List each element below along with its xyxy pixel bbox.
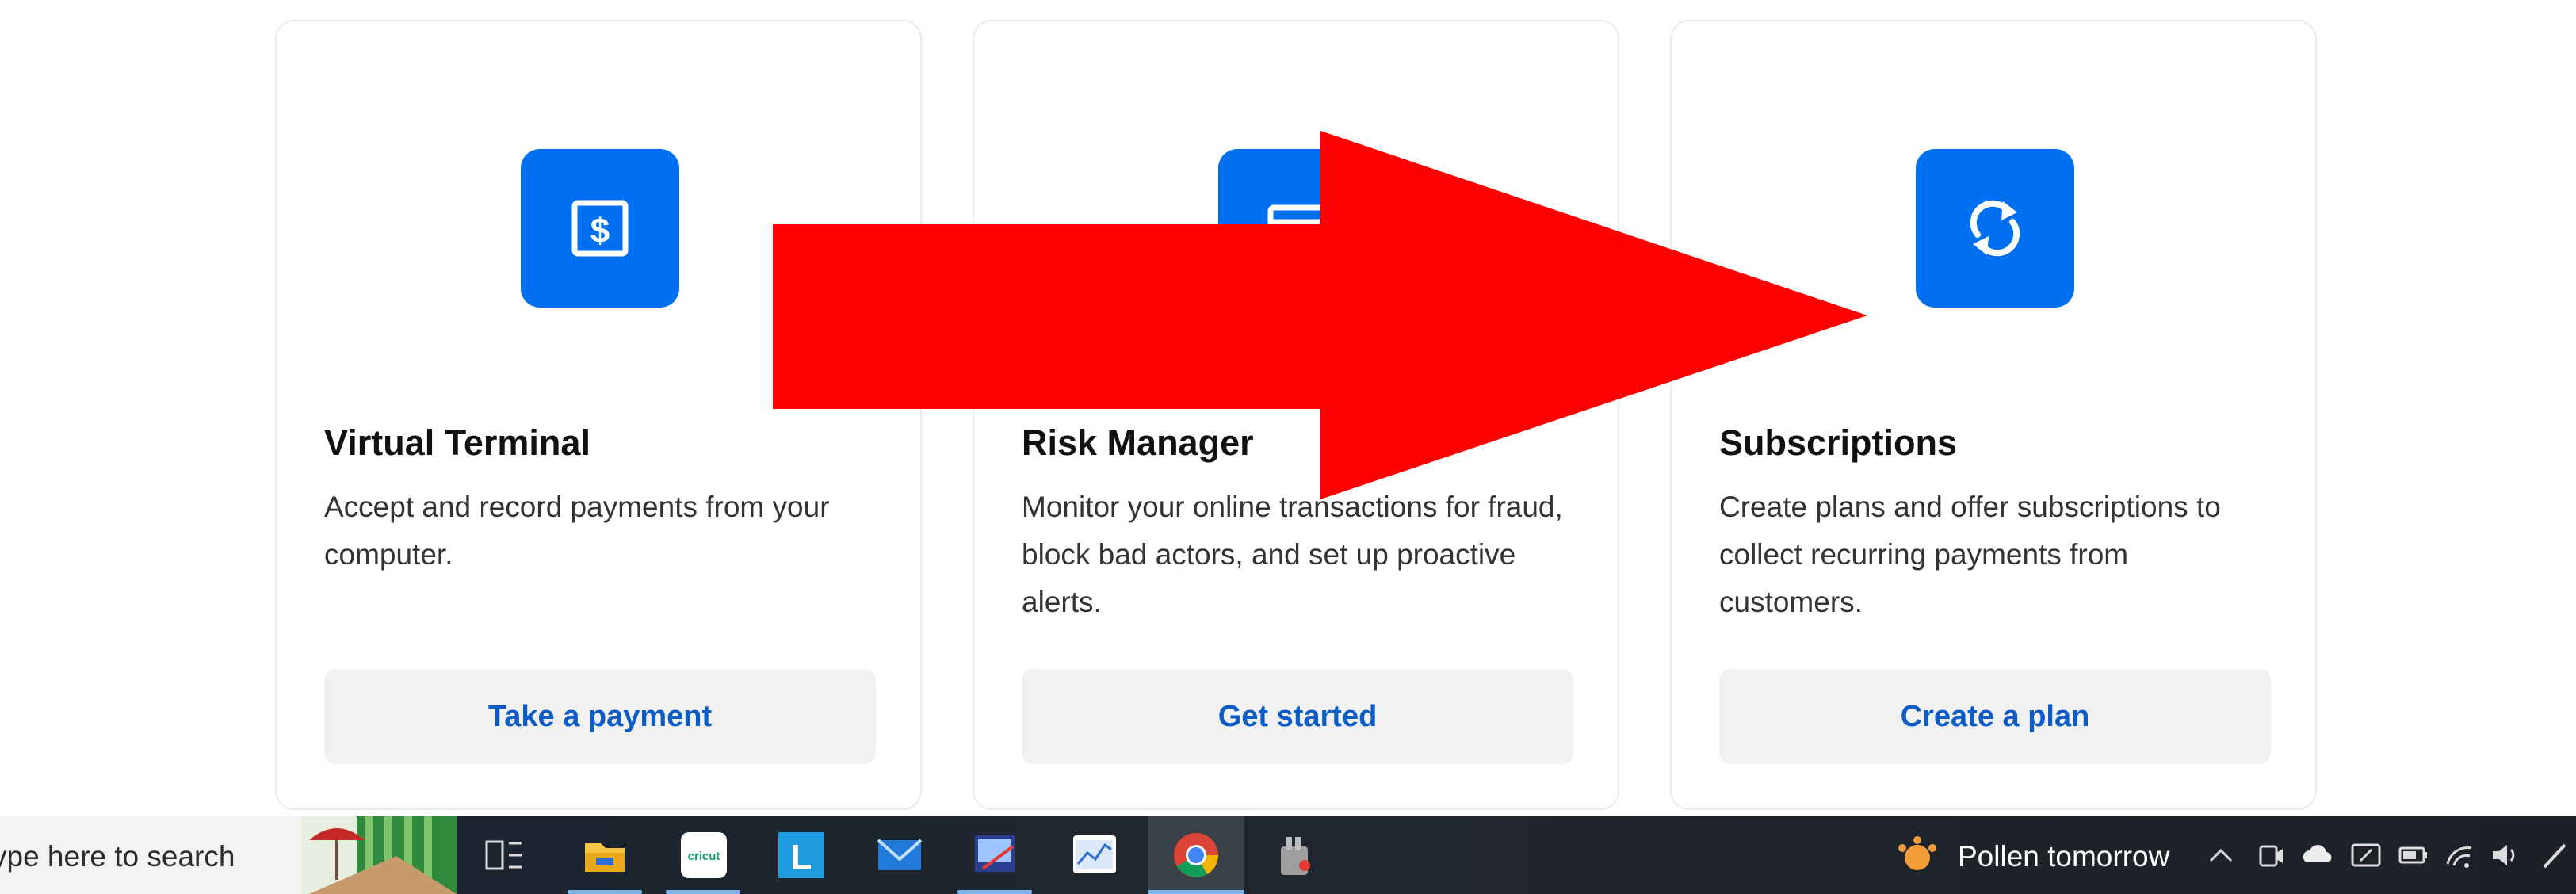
volume-icon[interactable]: [2485, 835, 2524, 875]
card-title: Virtual Terminal: [324, 422, 590, 463]
risk-manager-card: Risk Manager Monitor your online transac…: [973, 20, 1619, 810]
weather-text[interactable]: Pollen tomorrow: [1958, 840, 2169, 873]
meet-now-icon[interactable]: [2251, 835, 2291, 875]
refresh-icon: [1916, 149, 2074, 308]
taskbar: ype here to search cricut L Pollen tomor…: [0, 816, 2576, 894]
virtual-terminal-card: $ Virtual Terminal Accept and record pay…: [275, 20, 922, 810]
image-editor-icon[interactable]: [969, 829, 1021, 881]
chart-app-icon[interactable]: [1068, 829, 1121, 881]
tool-app-icon[interactable]: [1268, 829, 1320, 881]
svg-text:$: $: [590, 212, 610, 250]
svg-text:cricut: cricut: [688, 850, 720, 863]
wifi-icon[interactable]: [2441, 835, 2481, 875]
chevron-up-icon[interactable]: [2201, 835, 2241, 875]
onedrive-cloud-icon[interactable]: [2299, 835, 2338, 875]
subscriptions-card: Subscriptions Create plans and offer sub…: [1670, 20, 2317, 810]
l-app-icon[interactable]: L: [775, 829, 827, 881]
svg-text:L: L: [791, 838, 812, 877]
battery-icon[interactable]: [2394, 835, 2433, 875]
search-highlight-art-icon: [301, 816, 457, 894]
task-view-icon[interactable]: [477, 829, 529, 881]
card-description: Create plans and offer subscriptions to …: [1719, 491, 2221, 618]
active-indicator: [568, 890, 642, 894]
card-icon: [1218, 149, 1377, 308]
card-description: Monitor your online transactions for fra…: [1022, 491, 1563, 618]
card-title: Risk Manager: [1022, 422, 1254, 463]
pen-workspace-icon[interactable]: [2346, 835, 2386, 875]
card-title: Subscriptions: [1719, 422, 1958, 463]
take-a-payment-button[interactable]: Take a payment: [324, 669, 876, 764]
file-explorer-icon[interactable]: [579, 829, 631, 881]
active-indicator: [1148, 890, 1244, 894]
pen-icon[interactable]: [2535, 835, 2574, 875]
cricut-icon[interactable]: cricut: [678, 829, 730, 881]
dollar-screen-icon: $: [521, 149, 679, 308]
card-description: Accept and record payments from your com…: [324, 491, 830, 571]
chrome-icon[interactable]: [1170, 829, 1222, 881]
active-indicator: [957, 890, 1032, 894]
search-placeholder: ype here to search: [0, 840, 235, 873]
taskbar-search[interactable]: ype here to search: [0, 816, 457, 894]
weather-sun-icon[interactable]: [1891, 829, 1943, 881]
active-indicator: [666, 890, 740, 894]
page-content: $ Virtual Terminal Accept and record pay…: [0, 0, 2576, 816]
get-started-button[interactable]: Get started: [1022, 669, 1573, 764]
create-a-plan-button[interactable]: Create a plan: [1719, 669, 2271, 764]
mail-icon[interactable]: [873, 829, 926, 881]
